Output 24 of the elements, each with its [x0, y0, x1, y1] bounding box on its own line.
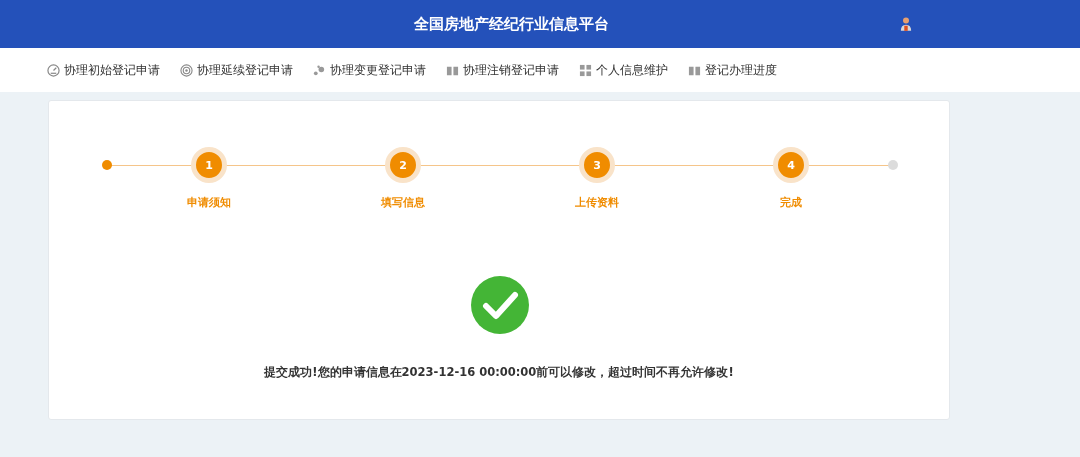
user-avatar-icon [900, 17, 912, 31]
step-number: 1 [191, 147, 227, 183]
step-label: 完成 [780, 196, 802, 210]
step-number: 4 [773, 147, 809, 183]
step-number: 3 [579, 147, 615, 183]
end-dot [888, 160, 898, 170]
nav-link[interactable]: 协理注销登记申请 [446, 62, 559, 78]
success-check-icon [471, 276, 529, 334]
nav-link[interactable]: 个人信息维护 [579, 62, 668, 78]
step-label: 申请须知 [187, 196, 231, 210]
nav-link[interactable]: 协理初始登记申请 [47, 62, 160, 78]
dots-icon [313, 63, 326, 77]
gauge-icon [47, 63, 60, 77]
nav-link[interactable]: 协理变更登记申请 [313, 62, 426, 78]
target-icon [180, 63, 193, 77]
step-number: 2 [385, 147, 421, 183]
step-label: 填写信息 [381, 196, 425, 210]
grid-icon [579, 63, 592, 77]
nav-link[interactable]: 协理延续登记申请 [180, 62, 293, 78]
step-label: 上传资料 [575, 196, 619, 210]
nav-link[interactable]: 登记办理进度 [688, 62, 777, 78]
site-title: 全国房地产经纪行业信息平台 [414, 14, 609, 34]
success-message: 提交成功!您的申请信息在2023-12-16 00:00:00前可以修改，超过时间不再允许修改! [264, 365, 734, 380]
start-dot [102, 160, 112, 170]
